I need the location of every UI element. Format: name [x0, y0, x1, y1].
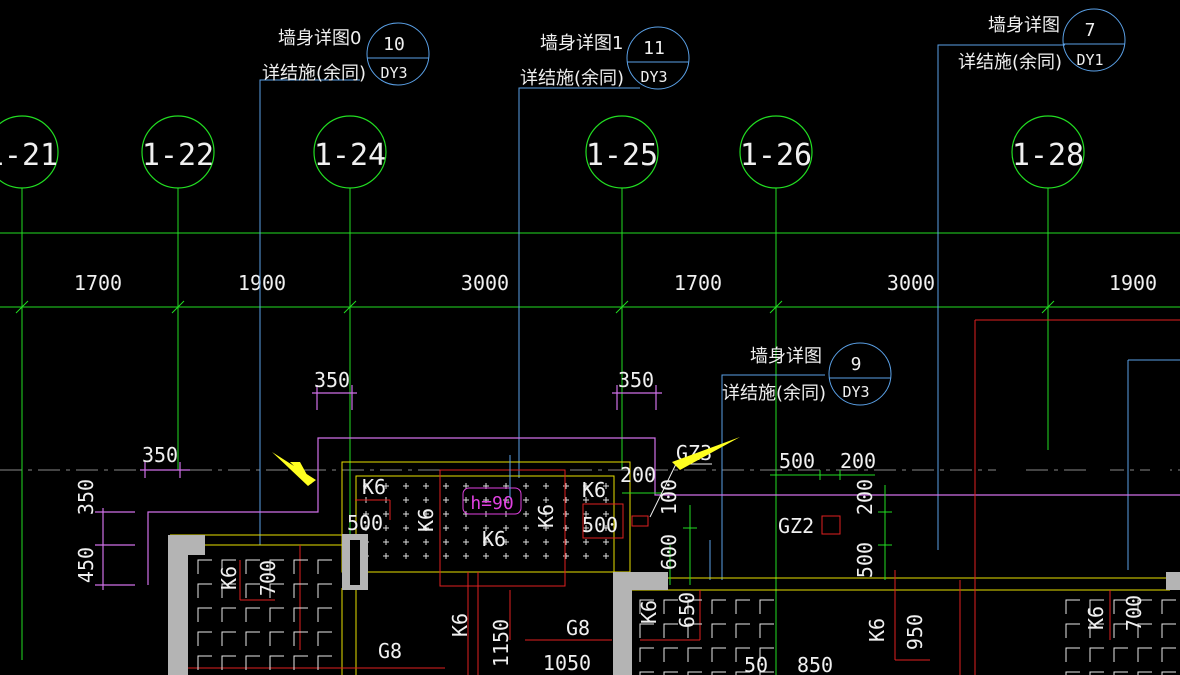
dim-500: 500 — [582, 513, 618, 537]
k6-label: K6 — [1084, 606, 1108, 630]
dim-350: 350 — [618, 368, 654, 392]
k6-label: K6 — [534, 504, 558, 528]
k6-label: K6 — [217, 566, 241, 590]
gz2-label: GZ2 — [778, 514, 814, 538]
dim-650: 650 — [675, 592, 699, 628]
dim-1050: 1050 — [543, 651, 591, 675]
callout-title: 墙身详图1 — [540, 33, 623, 54]
callout-sheet: DY3 — [842, 383, 869, 401]
column-far-right[interactable] — [1166, 572, 1180, 590]
k6-label: K6 — [865, 618, 889, 642]
dim-50: 50 — [744, 653, 768, 675]
dim-850: 850 — [797, 653, 833, 675]
spacing-dim: 1900 — [1109, 271, 1157, 295]
dim-350-vertical: 350 — [74, 479, 98, 515]
axis-label: 1-21 — [0, 138, 58, 173]
dim-700: 700 — [1122, 595, 1146, 631]
axis-label: 1-22 — [142, 138, 214, 173]
axis-label: 1-24 — [314, 138, 386, 173]
spacing-dim: 1700 — [74, 271, 122, 295]
dim-450-vertical: 450 — [74, 547, 98, 583]
callout-sheet: DY1 — [1076, 51, 1103, 69]
spacing-dim: 1900 — [238, 271, 286, 295]
dim-1150: 1150 — [489, 619, 513, 667]
dim-600-vertical: 600 — [657, 534, 681, 570]
dim-350: 350 — [314, 368, 350, 392]
k6-label: K6 — [414, 508, 438, 532]
k6-label: K6 — [637, 600, 661, 624]
dim-950: 950 — [903, 614, 927, 650]
spacing-dim: 3000 — [461, 271, 509, 295]
h-tag-label: h=90 — [470, 493, 513, 514]
callout-number: 10 — [383, 34, 405, 55]
callout-title: 墙身详图0 — [278, 28, 361, 49]
dim-200: 200 — [620, 463, 656, 487]
column-inner — [350, 540, 360, 585]
cad-drawing-canvas[interactable]: 1-21 1-22 1-24 1-25 1-26 1-28 — [0, 0, 1180, 675]
callout-title: 墙身详图 — [750, 346, 822, 367]
k6-label: K6 — [582, 478, 606, 502]
callout-title: 墙身详图 — [988, 15, 1060, 36]
dim-100-vertical: 100 — [657, 479, 681, 515]
k6-label: K6 — [362, 475, 386, 499]
dim-500: 500 — [347, 511, 383, 535]
dim-500-vertical: 500 — [853, 542, 877, 578]
callout-note: 详结施(余同) — [262, 63, 366, 84]
dim-200: 200 — [840, 449, 876, 473]
k6-label: K6 — [448, 613, 472, 637]
beam-g8: G8 — [566, 616, 590, 640]
axis-label: 1-28 — [1012, 138, 1084, 173]
beam-g8: G8 — [378, 639, 402, 663]
dim-350: 350 — [142, 443, 178, 467]
callout-note: 详结施(余同) — [722, 383, 826, 404]
callout-number: 7 — [1085, 20, 1096, 41]
callout-number: 11 — [643, 38, 665, 59]
callout-sheet: DY3 — [380, 64, 407, 82]
callout-number: 9 — [851, 354, 862, 375]
spacing-dim: 3000 — [887, 271, 935, 295]
dim-200-vertical: 200 — [853, 479, 877, 515]
callout-note: 详结施(余同) — [958, 52, 1062, 73]
axis-label: 1-25 — [586, 138, 658, 173]
callout-sheet: DY3 — [640, 68, 667, 86]
callout-note: 详结施(余同) — [520, 68, 624, 89]
dim-700: 700 — [256, 560, 280, 596]
axis-label: 1-26 — [740, 138, 812, 173]
spacing-dim: 1700 — [674, 271, 722, 295]
dim-500: 500 — [779, 449, 815, 473]
k6-label: K6 — [482, 527, 506, 551]
